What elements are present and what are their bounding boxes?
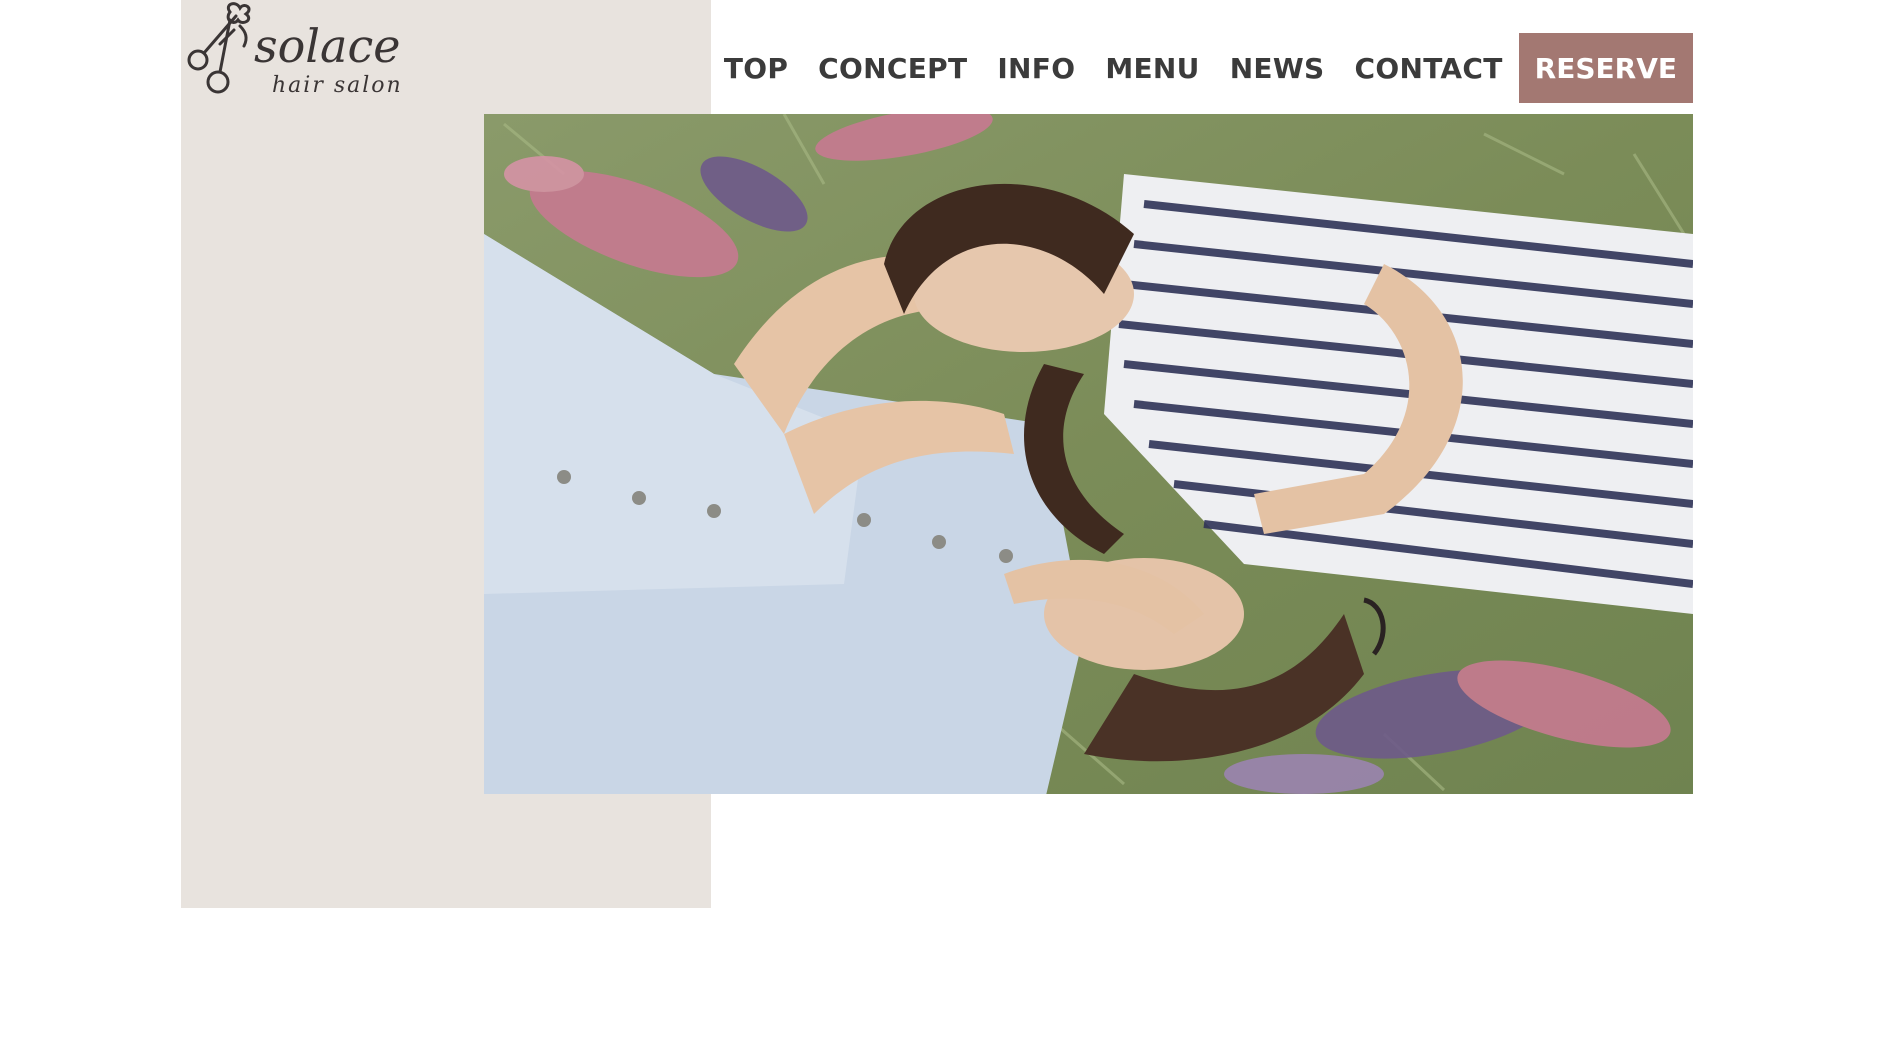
scissors-flower-icon: solace hair salon (187, 2, 403, 98)
nav-item-contact[interactable]: CONTACT (1355, 52, 1503, 85)
site-logo[interactable]: solace hair salon (184, 0, 404, 100)
logo-tagline: hair salon (272, 73, 403, 98)
hero-photo-two-women-in-grass (484, 114, 1693, 794)
nav-item-concept[interactable]: CONCEPT (818, 52, 967, 85)
logo-wordmark: solace (254, 19, 400, 73)
nav-item-top[interactable]: TOP (724, 52, 788, 85)
nav-item-info[interactable]: INFO (997, 52, 1075, 85)
reserve-button[interactable]: RESERVE (1518, 33, 1693, 103)
main-nav: TOP CONCEPT INFO MENU NEWS CONTACT RESER… (694, 33, 1693, 103)
nav-item-menu[interactable]: MENU (1105, 52, 1199, 85)
nav-item-news[interactable]: NEWS (1230, 52, 1325, 85)
page: solace hair salon TOP CONCEPT INFO MENU … (0, 0, 1878, 1056)
hero-image (484, 114, 1693, 794)
